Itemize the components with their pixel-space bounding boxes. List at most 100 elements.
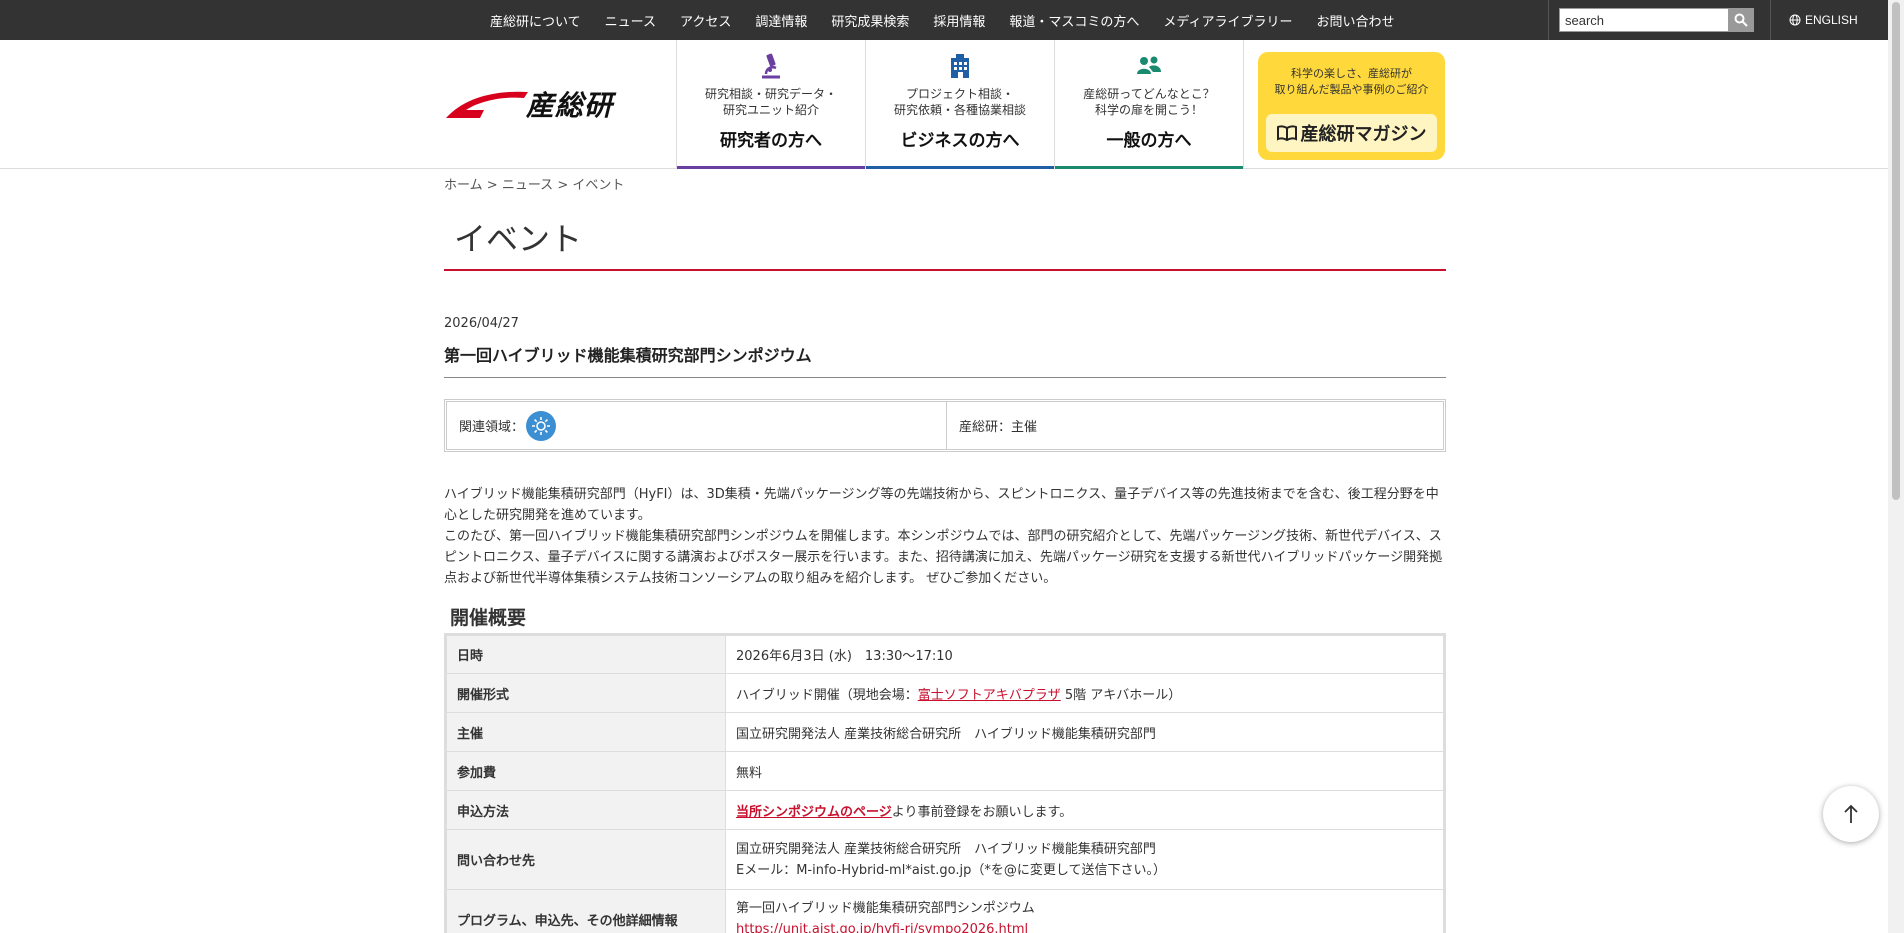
breadcrumb-current: イベント <box>572 178 625 193</box>
topnav-item-news[interactable]: ニュース <box>605 11 656 30</box>
people-icon <box>1137 56 1161 74</box>
format-text: ハイブリッド開催（現地会場： <box>736 687 918 703</box>
topnav-item-procurement[interactable]: 調達情報 <box>755 11 807 30</box>
topnav-item-access[interactable]: アクセス <box>680 11 731 30</box>
row-value: 国立研究開発法人 産業技術総合研究所 ハイブリッド機能集積研究部門 <box>725 712 1445 752</box>
contact-line: 国立研究開発法人 産業技術総合研究所 ハイブリッド機能集積研究部門 <box>736 841 1156 857</box>
table-row: 日時 2026年6月3日 (水) 13:30～17:10 <box>445 634 1445 674</box>
nav-card-title: 研究者の方へ <box>720 131 822 151</box>
row-key: 申込方法 <box>445 790 726 830</box>
top-navigation: 産総研について ニュース アクセス 調達情報 研究成果検索 採用情報 報道・マス… <box>478 0 1407 40</box>
row-key: 日時 <box>445 634 726 674</box>
nav-card-title: 一般の方へ <box>1106 131 1192 151</box>
back-to-top-button[interactable] <box>1823 786 1879 842</box>
row-value: 国立研究開発法人 産業技術総合研究所 ハイブリッド機能集積研究部門 Eメール：M-… <box>725 829 1445 890</box>
table-row: 開催形式 ハイブリッド開催（現地会場：富士ソフトアキバプラザ 5階 アキバホール… <box>445 673 1445 713</box>
search-icon <box>1734 13 1748 27</box>
magazine-tagline: 科学の楽しさ、産総研が <box>1291 67 1412 80</box>
row-value: 2026年6月3日 (水) 13:30～17:10 <box>725 634 1445 674</box>
search-box <box>1559 8 1754 32</box>
page-title: イベント <box>454 220 583 258</box>
row-key: 主催 <box>445 712 726 752</box>
nav-card-sub-line: 研究相談・研究データ・ <box>704 87 837 101</box>
row-key: 開催形式 <box>445 673 726 713</box>
site-logo[interactable]: 産総研 <box>444 84 613 124</box>
organizer-label: 産総研：主催 <box>959 420 1038 435</box>
table-row: 問い合わせ先 国立研究開発法人 産業技術総合研究所 ハイブリッド機能集積研究部門… <box>445 829 1445 890</box>
topnav-item-research-search[interactable]: 研究成果検索 <box>831 11 909 30</box>
search-input[interactable] <box>1560 9 1728 31</box>
gear-icon[interactable] <box>526 410 557 441</box>
building-icon <box>951 54 969 78</box>
nav-card-accent-bar <box>866 166 1054 169</box>
globe-icon <box>1789 14 1801 26</box>
nav-card-researchers[interactable]: 研究相談・研究データ・ 研究ユニット紹介 研究者の方へ <box>676 40 865 169</box>
table-row: 主催 国立研究開発法人 産業技術総合研究所 ハイブリッド機能集積研究部門 <box>445 712 1445 752</box>
book-icon <box>1276 125 1297 141</box>
topnav-item-recruit[interactable]: 採用情報 <box>933 11 985 30</box>
language-label: ENGLISH <box>1805 13 1858 27</box>
symposium-page-link[interactable]: 当所シンポジウムのページ <box>736 805 892 820</box>
logo-mark-icon <box>446 91 528 118</box>
nav-card-sub-line: 科学の扉を開こう！ <box>1094 103 1203 117</box>
microscope-icon <box>762 53 780 79</box>
table-row: 参加費 無料 <box>445 751 1445 791</box>
nav-card-sub-line: 研究依頼・各種協業相談 <box>893 103 1026 117</box>
overview-heading: 開催概要 <box>450 607 527 629</box>
nav-card-general[interactable]: 産総研ってどんなとこ？ 科学の扉を開こう！ 一般の方へ <box>1054 40 1243 169</box>
row-key: 参加費 <box>445 751 726 791</box>
magazine-tagline: 取り組んだ製品や事例のご紹介 <box>1274 83 1429 96</box>
arrow-up-icon <box>1844 804 1858 823</box>
nav-card-accent-bar <box>1055 166 1243 169</box>
related-field-label: 関連領域： <box>459 420 525 435</box>
magazine-title: 産総研マガジン <box>1300 124 1427 145</box>
topnav-item-press[interactable]: 報道・マスコミの方へ <box>1009 11 1139 30</box>
scrollbar-thumb[interactable] <box>1892 2 1900 500</box>
divider <box>1243 40 1244 169</box>
nav-card-title: ビジネスの方へ <box>900 131 1020 151</box>
table-row: プログラム、申込先、その他詳細情報 第一回ハイブリッド機能集積研究部門シンポジウ… <box>445 889 1445 933</box>
breadcrumb-home[interactable]: ホーム <box>444 178 483 193</box>
overview-table: 日時 2026年6月3日 (水) 13:30～17:10 開催形式 ハイブリッド… <box>444 633 1446 933</box>
top-bar: 産総研について ニュース アクセス 調達情報 研究成果検索 採用情報 報道・マス… <box>0 0 1888 40</box>
breadcrumb-news[interactable]: ニュース <box>502 178 553 193</box>
magazine-banner[interactable]: 科学の楽しさ、産総研が取り組んだ製品や事例のご紹介 産総研マガジン <box>1258 52 1445 160</box>
row-value: ハイブリッド開催（現地会場：富士ソフトアキバプラザ 5階 アキバホール） <box>725 673 1445 713</box>
intro-paragraph: このたび、第一回ハイブリッド機能集積研究部門シンポジウムを開催します。本シンポジ… <box>444 529 1443 586</box>
row-value: 無料 <box>725 751 1445 791</box>
nav-card-sub-line: プロジェクト相談・ <box>905 87 1014 101</box>
intro-paragraph: ハイブリッド機能集積研究部門（HyFI）は、3D集積・先端パッケージング等の先端… <box>444 487 1439 523</box>
topnav-item-media-library[interactable]: メディアライブラリー <box>1163 11 1292 30</box>
contact-email: Eメール：M-info-Hybrid-ml*aist.go.jp（*を@に変更し… <box>736 862 1166 878</box>
row-key: 問い合わせ先 <box>445 829 726 890</box>
divider <box>444 377 1446 378</box>
format-text: 5階 アキバホール） <box>1060 687 1182 703</box>
program-url-link[interactable]: https://unit.aist.go.jp/hyfi-ri/sympo202… <box>736 922 1028 933</box>
nav-card-sub-line: 研究ユニット紹介 <box>722 103 819 117</box>
breadcrumb-separator: > <box>486 178 498 193</box>
logo-text: 産総研 <box>526 89 614 122</box>
row-key: プログラム、申込先、その他詳細情報 <box>445 889 726 933</box>
breadcrumb-separator: > <box>557 178 569 193</box>
organizer-cell: 産総研：主催 <box>947 402 1037 449</box>
topnav-item-about[interactable]: 産総研について <box>490 11 581 30</box>
row-value: 第一回ハイブリッド機能集積研究部門シンポジウム https://unit.aist… <box>725 889 1445 933</box>
row-value: 当所シンポジウムのページより事前登録をお願いします。 <box>725 790 1445 830</box>
apply-text: より事前登録をお願いします。 <box>891 804 1073 820</box>
program-line: 第一回ハイブリッド機能集積研究部門シンポジウム <box>736 901 1035 916</box>
search-button[interactable] <box>1728 9 1753 31</box>
table-row: 申込方法 当所シンポジウムのページより事前登録をお願いします。 <box>445 790 1445 830</box>
event-date: 2026/04/27 <box>444 316 519 331</box>
nav-card-accent-bar <box>677 166 865 169</box>
venue-link[interactable]: 富士ソフトアキバプラザ <box>918 688 1061 703</box>
topnav-item-contact[interactable]: お問い合わせ <box>1317 11 1395 30</box>
divider <box>1548 0 1549 40</box>
title-underline <box>444 269 1446 271</box>
language-switch[interactable]: ENGLISH <box>1789 0 1858 40</box>
event-intro: ハイブリッド機能集積研究部門（HyFI）は、3D集積・先端パッケージング等の先端… <box>444 484 1446 589</box>
nav-card-business[interactable]: プロジェクト相談・ 研究依頼・各種協業相談 ビジネスの方へ <box>865 40 1054 169</box>
breadcrumb: ホーム > ニュース > イベント <box>444 174 624 193</box>
related-field-cell: 関連領域： <box>447 402 947 449</box>
divider <box>1770 0 1771 40</box>
scrollbar[interactable] <box>1888 0 1904 933</box>
